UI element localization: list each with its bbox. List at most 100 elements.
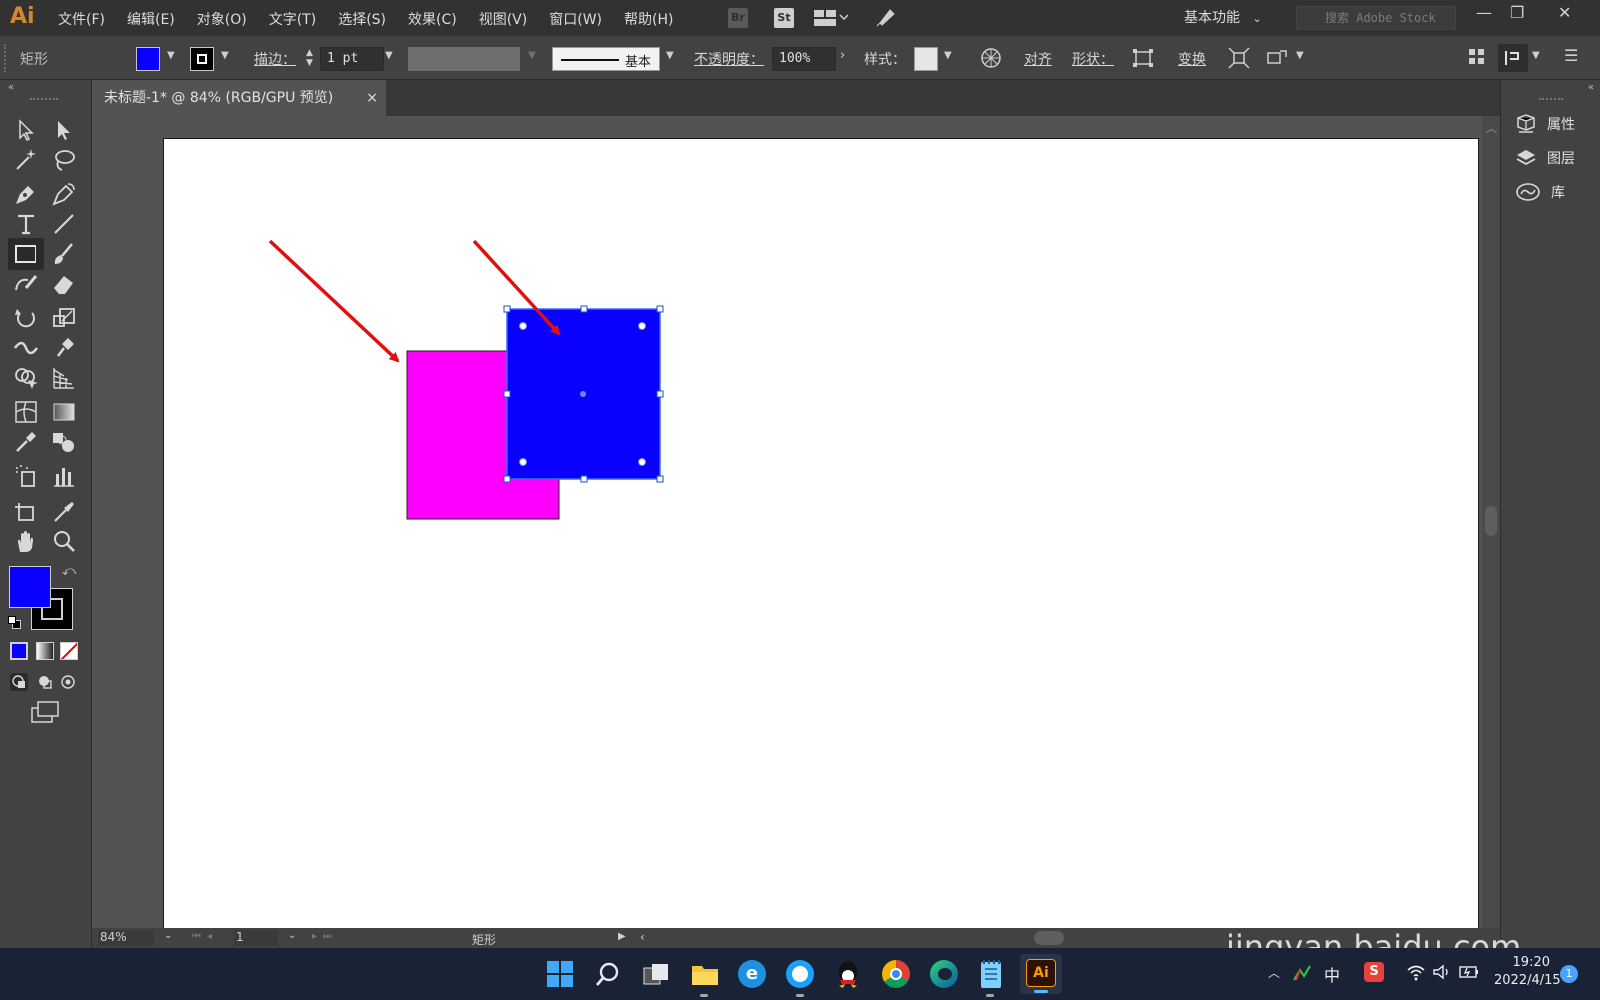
- transform-button[interactable]: 变换: [1178, 49, 1206, 69]
- layers-panel-button[interactable]: 图层: [1515, 144, 1575, 172]
- battery-icon[interactable]: [1458, 963, 1480, 981]
- tools-grip[interactable]: [30, 98, 58, 102]
- menu-effect[interactable]: 效果(C): [408, 9, 457, 29]
- chrome-icon[interactable]: [882, 960, 910, 988]
- rectangle-tool-icon[interactable]: [8, 238, 44, 270]
- vertical-scroll-thumb[interactable]: [1485, 506, 1497, 536]
- panel-toggle-button[interactable]: [1498, 44, 1528, 72]
- eraser-tool-icon[interactable]: [50, 270, 78, 298]
- status-menu-icon[interactable]: ▶: [618, 931, 626, 942]
- control-bar-grip[interactable]: [4, 44, 8, 72]
- chevron-down-icon[interactable]: ▼: [1296, 50, 1304, 61]
- scroll-up-icon[interactable]: ︿: [1486, 120, 1497, 136]
- gradient-tool-icon[interactable]: [50, 398, 78, 426]
- chevron-down-icon[interactable]: ▼: [221, 50, 229, 61]
- menu-select[interactable]: 选择(S): [338, 9, 386, 29]
- mesh-tool-icon[interactable]: [12, 398, 40, 426]
- properties-panel-button[interactable]: 属性: [1515, 110, 1575, 138]
- menu-view[interactable]: 视图(V): [479, 9, 528, 29]
- bridge-icon[interactable]: Br: [728, 8, 748, 28]
- rotate-tool-icon[interactable]: [12, 304, 40, 332]
- panel-grip[interactable]: [1539, 98, 1563, 102]
- pen-tool-icon[interactable]: [12, 180, 40, 208]
- draw-inside-icon[interactable]: [61, 675, 75, 689]
- color-mode-button[interactable]: [10, 642, 28, 660]
- recolor-artwork-icon[interactable]: [980, 47, 1002, 69]
- collapse-panel-icon[interactable]: «: [8, 82, 14, 93]
- chevron-down-icon[interactable]: ▼: [1532, 50, 1540, 61]
- sogou-input-icon[interactable]: S: [1364, 962, 1384, 982]
- adobe-stock-search-input[interactable]: 搜索 Adobe Stock: [1296, 6, 1456, 30]
- search-icon[interactable]: [594, 960, 622, 988]
- graphic-style-swatch[interactable]: [914, 47, 938, 71]
- task-view-icon[interactable]: [642, 960, 670, 988]
- opacity-label[interactable]: 不透明度：: [694, 49, 764, 69]
- brush-definition-dropdown[interactable]: 基本: [552, 47, 660, 71]
- transform-icon[interactable]: [1228, 47, 1250, 69]
- scale-tool-icon[interactable]: [50, 304, 78, 332]
- fill-color-box[interactable]: [9, 566, 51, 608]
- column-graph-tool-icon[interactable]: [50, 462, 78, 490]
- type-tool-icon[interactable]: [12, 210, 40, 238]
- minimize-icon[interactable]: —: [1476, 3, 1492, 22]
- volume-icon[interactable]: [1432, 963, 1452, 981]
- ie-browser-icon[interactable]: e: [738, 960, 766, 988]
- restore-icon[interactable]: ❐: [1510, 3, 1524, 22]
- qq-icon[interactable]: [834, 958, 862, 990]
- swap-fill-stroke-icon[interactable]: ⤺: [62, 564, 76, 579]
- shaper-tool-icon[interactable]: [12, 270, 40, 298]
- eyedropper-tool-icon[interactable]: [12, 428, 40, 456]
- notification-badge[interactable]: 1: [1560, 965, 1578, 983]
- artboard-number-input[interactable]: 1: [234, 930, 278, 946]
- draw-behind-icon[interactable]: [39, 676, 52, 689]
- change-screen-mode-icon[interactable]: [30, 700, 60, 724]
- panel-menu-icon[interactable]: ☰: [1564, 46, 1578, 65]
- hand-tool-icon[interactable]: [12, 528, 40, 556]
- zoom-tool-icon[interactable]: [50, 528, 78, 556]
- paintbrush-tool-icon[interactable]: [50, 240, 78, 268]
- stroke-swatch[interactable]: [190, 47, 214, 71]
- none-mode-button[interactable]: [60, 642, 78, 660]
- wifi-icon[interactable]: [1406, 963, 1426, 981]
- lasso-tool-icon[interactable]: [50, 146, 78, 174]
- line-segment-tool-icon[interactable]: [50, 210, 78, 238]
- magic-wand-tool-icon[interactable]: [12, 146, 40, 174]
- canvas-area[interactable]: [92, 116, 1482, 928]
- opacity-input[interactable]: 100%: [772, 47, 836, 71]
- stroke-stepper-icon[interactable]: ▲ ▼: [306, 48, 313, 68]
- expand-panels-icon[interactable]: «: [1588, 82, 1594, 93]
- vertical-scrollbar[interactable]: ︿: [1482, 116, 1500, 928]
- libraries-panel-button[interactable]: 库: [1515, 178, 1565, 206]
- chevron-down-icon[interactable]: ▼: [944, 50, 952, 61]
- stock-tray-icon[interactable]: [1292, 964, 1312, 982]
- notepad-icon[interactable]: [978, 958, 1004, 990]
- arrange-grid-icon[interactable]: [1468, 48, 1486, 66]
- shape-label[interactable]: 形状：: [1072, 49, 1114, 69]
- blend-tool-icon[interactable]: [50, 428, 78, 456]
- baidu-netdisk-icon[interactable]: [786, 960, 814, 988]
- ime-indicator[interactable]: 中: [1324, 962, 1340, 986]
- gpu-performance-icon[interactable]: [874, 7, 896, 29]
- stroke-weight-input[interactable]: 1 pt: [320, 47, 384, 71]
- document-tab[interactable]: 未标题-1* @ 84% (RGB/GPU 预览) ×: [92, 80, 386, 116]
- shape-properties-icon[interactable]: [1132, 48, 1154, 68]
- width-tool-icon[interactable]: [12, 334, 40, 362]
- stroke-label[interactable]: 描边：: [254, 49, 296, 69]
- slice-tool-icon[interactable]: [50, 498, 78, 526]
- zoom-level-input[interactable]: 84%: [98, 930, 154, 946]
- first-artboard-icon[interactable]: ⏮◂: [192, 931, 218, 942]
- variable-width-profile[interactable]: [408, 47, 520, 71]
- file-explorer-icon[interactable]: [690, 960, 720, 988]
- close-tab-icon[interactable]: ×: [366, 80, 378, 116]
- gradient-mode-button[interactable]: [36, 642, 54, 660]
- clock[interactable]: 19:20 2022/4/15: [1494, 954, 1561, 990]
- symbol-sprayer-tool-icon[interactable]: [12, 462, 40, 490]
- chevron-down-icon[interactable]: ▼: [666, 50, 674, 61]
- edge-icon[interactable]: [930, 960, 958, 988]
- workspace-switcher[interactable]: 基本功能 ⌄: [1184, 7, 1262, 27]
- close-icon[interactable]: ✕: [1558, 3, 1571, 22]
- illustrator-taskbar-button[interactable]: Ai: [1020, 954, 1062, 994]
- menu-window[interactable]: 窗口(W): [549, 9, 602, 29]
- horizontal-scroll-thumb[interactable]: [1034, 931, 1064, 945]
- fill-swatch[interactable]: [136, 47, 160, 71]
